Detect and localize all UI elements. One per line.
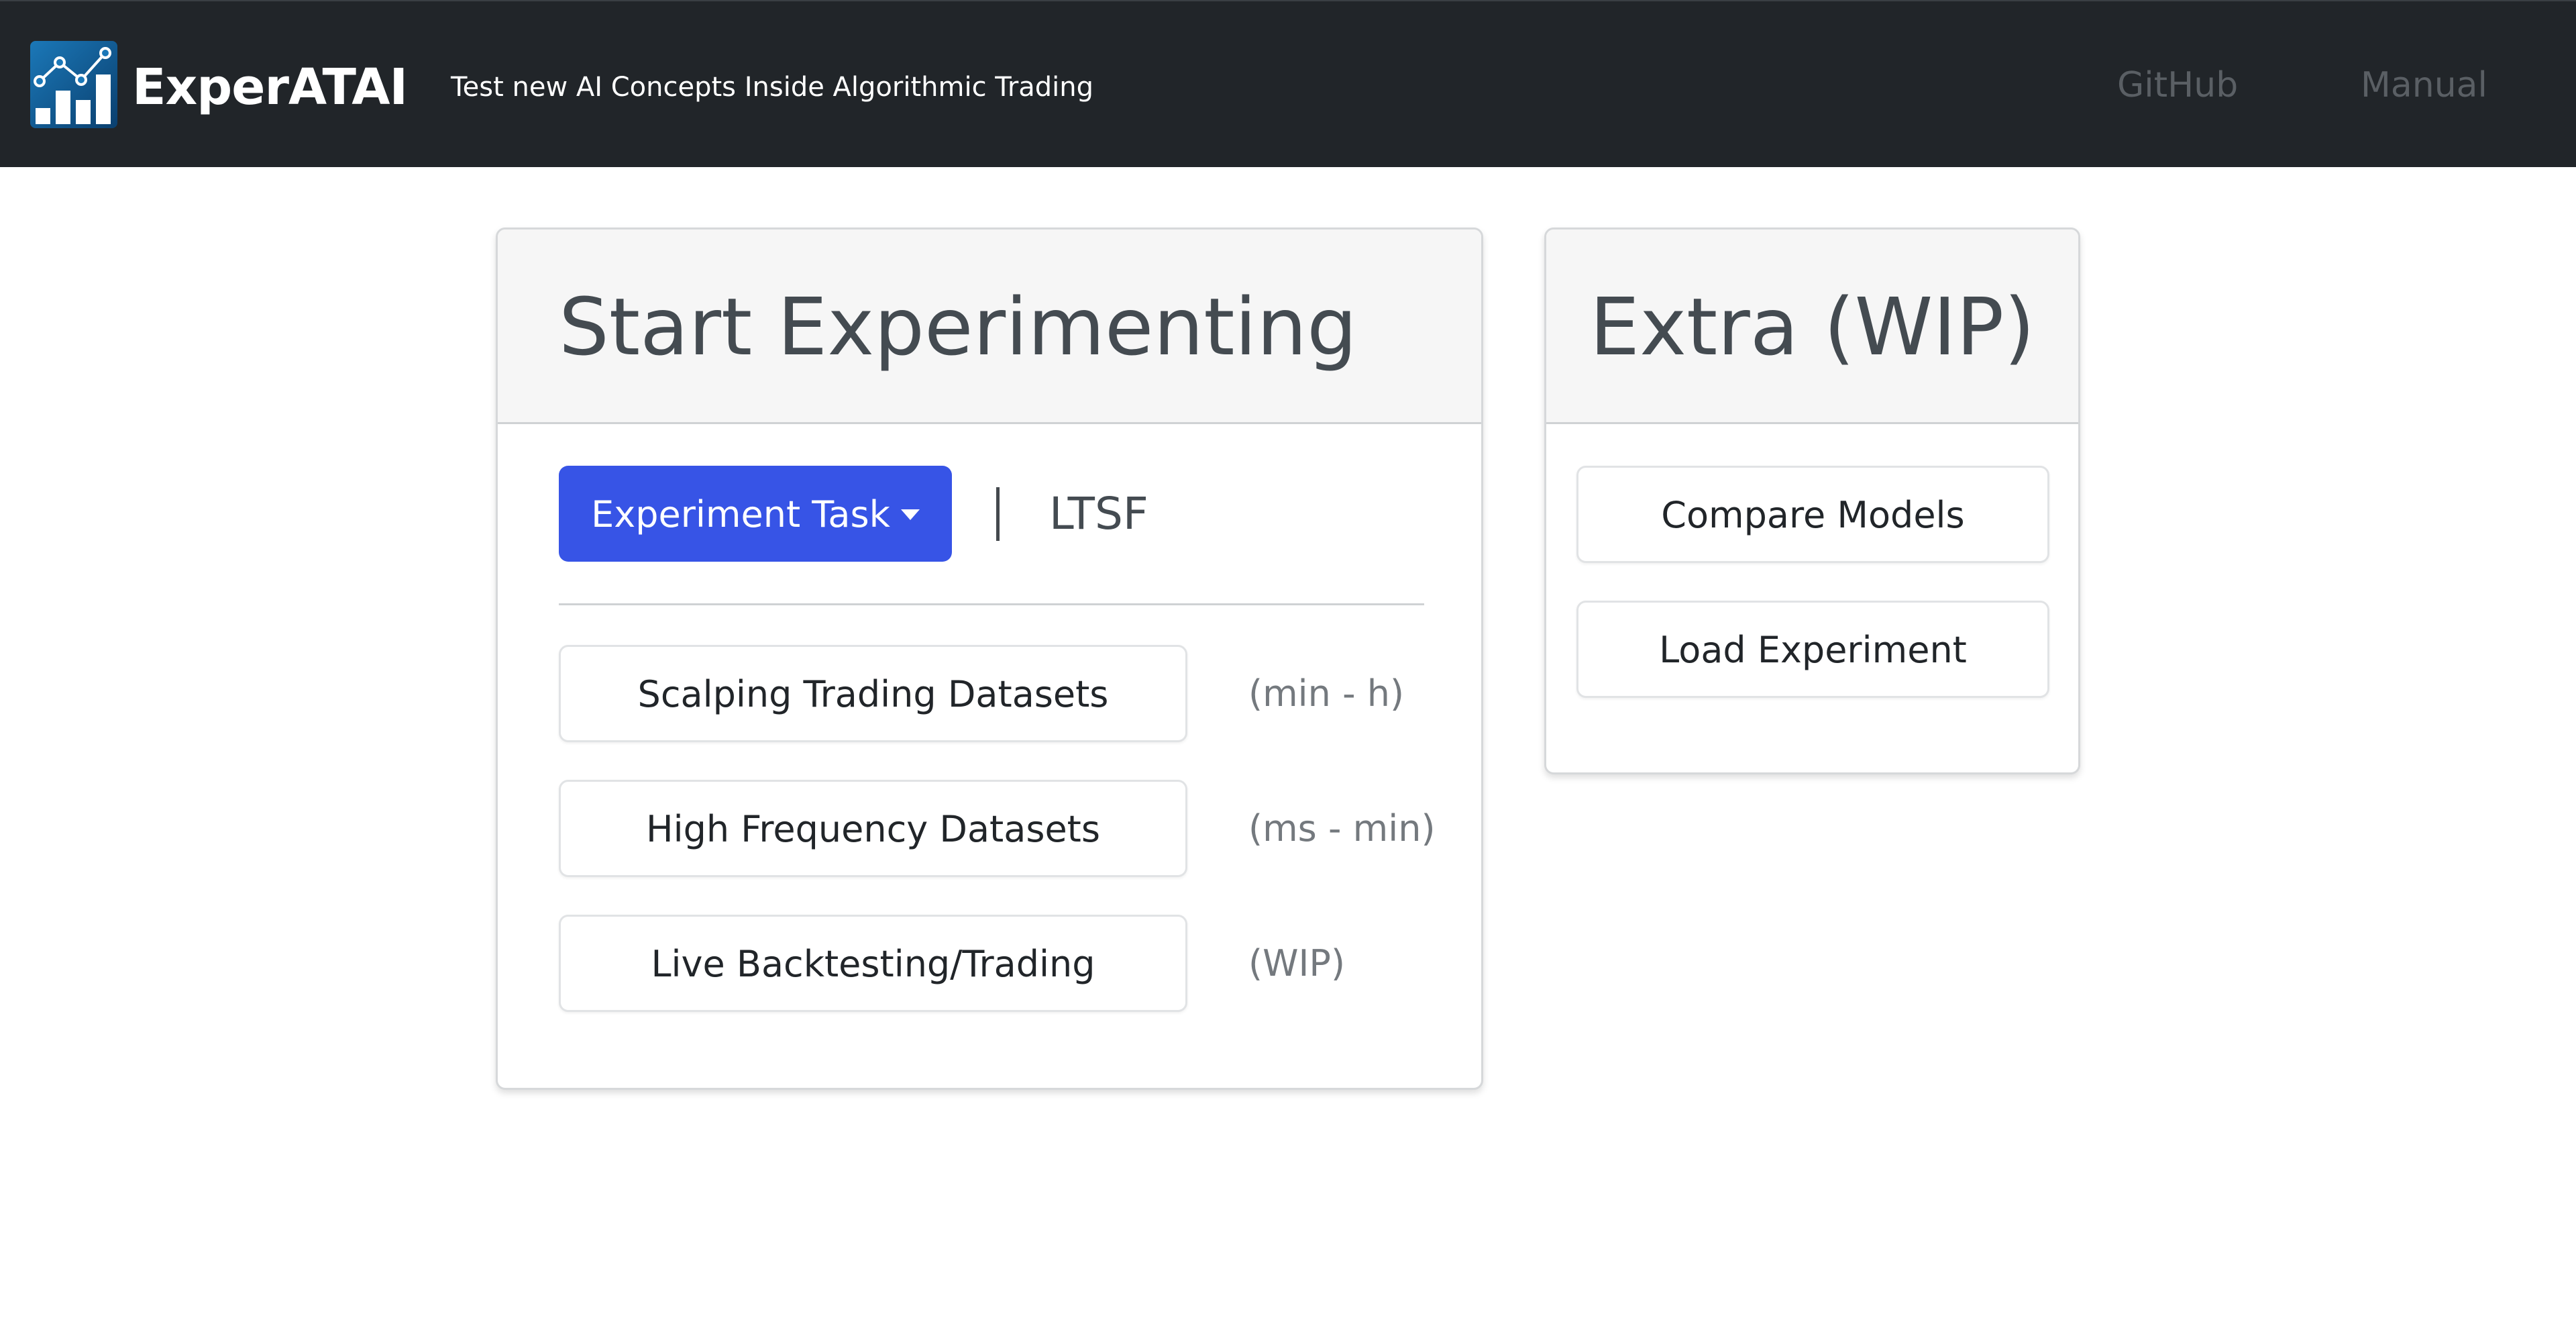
experiment-task-label: Experiment Task bbox=[591, 493, 890, 536]
extra-card: Extra (WIP) Compare Models Load Experime… bbox=[1544, 227, 2080, 774]
scalping-range-note: (min - h) bbox=[1248, 672, 1405, 715]
load-experiment-button[interactable]: Load Experiment bbox=[1576, 601, 2049, 698]
vertical-divider bbox=[996, 487, 1000, 541]
logo-icon[interactable] bbox=[30, 41, 117, 128]
compare-models-button[interactable]: Compare Models bbox=[1576, 466, 2049, 563]
live-backtesting-button[interactable]: Live Backtesting/Trading bbox=[559, 915, 1187, 1012]
card-title: Extra (WIP) bbox=[1589, 281, 2035, 373]
card-title: Start Experimenting bbox=[559, 281, 1358, 373]
nav-link-github[interactable]: GitHub bbox=[2117, 63, 2238, 107]
high-frequency-range-note: (ms - min) bbox=[1248, 807, 1436, 850]
caret-down-icon bbox=[900, 509, 920, 520]
tagline: Test new AI Concepts Inside Algorithmic … bbox=[451, 72, 1094, 103]
card-header: Extra (WIP) bbox=[1546, 230, 2078, 424]
live-backtesting-note: (WIP) bbox=[1248, 942, 1346, 984]
experiment-task-dropdown-button[interactable]: Experiment Task bbox=[559, 466, 952, 562]
nav-link-manual[interactable]: Manual bbox=[2361, 63, 2487, 107]
scalping-datasets-button[interactable]: Scalping Trading Datasets bbox=[559, 645, 1187, 742]
horizontal-divider bbox=[559, 603, 1424, 605]
high-frequency-datasets-button[interactable]: High Frequency Datasets bbox=[559, 780, 1187, 877]
chart-logo-icon bbox=[30, 41, 117, 128]
selected-task-value: LTSF bbox=[1049, 488, 1148, 540]
navbar: ExperATAI Test new AI Concepts Inside Al… bbox=[0, 0, 2576, 167]
start-experimenting-card: Start Experimenting Experiment Task LTSF… bbox=[496, 227, 1483, 1090]
card-header: Start Experimenting bbox=[498, 230, 1481, 424]
brand-name[interactable]: ExperATAI bbox=[132, 54, 408, 121]
